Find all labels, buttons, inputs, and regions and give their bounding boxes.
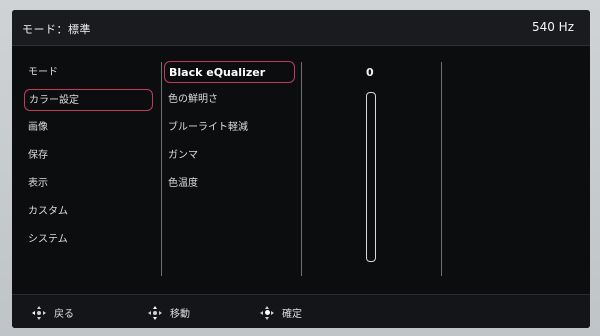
submenu-item-black-equalizer[interactable]: Black eQualizer: [164, 61, 295, 83]
move-hint: 移動: [148, 305, 190, 320]
menu-item-color-settings[interactable]: カラー設定: [24, 89, 153, 111]
submenu-item-color-vibrance[interactable]: 色の鮮明さ: [164, 89, 295, 111]
osd-screen: モード：標準 540 Hz モード カラー設定 画像 保存 表示 カスタム シス…: [12, 10, 590, 328]
joystick-press-icon: [260, 305, 274, 320]
column-divider: [161, 62, 162, 276]
submenu-item-color-temperature[interactable]: 色温度: [164, 173, 295, 195]
joystick-updown-icon: [148, 305, 162, 320]
back-hint: 戻る: [32, 305, 74, 320]
menu-item-mode[interactable]: モード: [24, 62, 153, 84]
menu-item-display[interactable]: 表示: [24, 173, 153, 195]
refresh-rate-label: 540 Hz: [531, 20, 574, 34]
menu-item-picture[interactable]: 画像: [24, 117, 153, 139]
current-mode-label: モード：標準: [22, 23, 91, 36]
confirm-label: 確定: [282, 309, 302, 320]
osd-header: モード：標準 540 Hz: [12, 10, 590, 46]
menu-item-custom[interactable]: カスタム: [24, 201, 153, 223]
confirm-hint: 確定: [260, 305, 302, 320]
joystick-left-icon: [32, 305, 46, 320]
column-divider: [301, 62, 302, 276]
move-label: 移動: [170, 309, 190, 320]
submenu-item-gamma[interactable]: ガンマ: [164, 145, 295, 167]
monitor-bezel: モード：標準 540 Hz モード カラー設定 画像 保存 表示 カスタム シス…: [0, 0, 600, 336]
black-equalizer-slider[interactable]: [366, 92, 376, 262]
column-divider: [441, 62, 442, 276]
osd-footer: 戻る 移動 確定: [12, 294, 590, 328]
submenu-item-low-blue-light[interactable]: ブルーライト軽減: [164, 117, 295, 139]
menu-item-system[interactable]: システム: [24, 229, 153, 251]
black-equalizer-value: 0: [366, 66, 374, 79]
menu-item-save[interactable]: 保存: [24, 145, 153, 167]
back-label: 戻る: [54, 309, 74, 320]
